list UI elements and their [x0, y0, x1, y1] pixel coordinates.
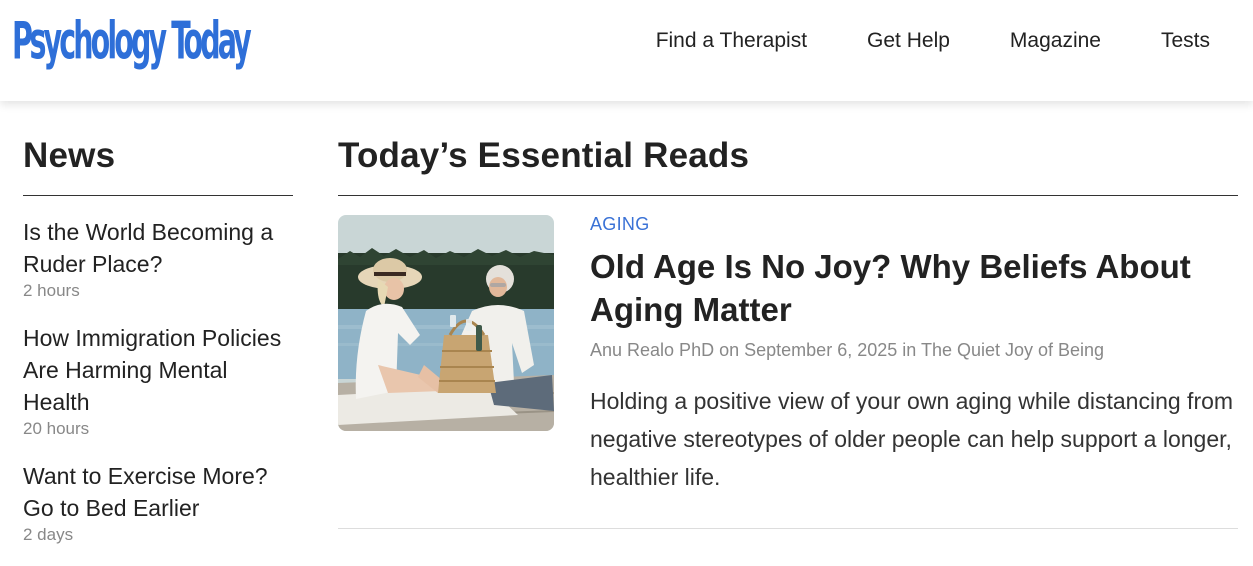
news-item-time: 2 days	[23, 525, 74, 544]
article-byline: Anu Realo PhD on September 6, 2025 in Th…	[590, 338, 1238, 362]
news-item-time: 2 hours	[23, 281, 80, 300]
nav-tests[interactable]: Tests	[1161, 29, 1210, 53]
section-divider	[338, 528, 1238, 529]
essential-reads-heading: Today’s Essential Reads	[338, 136, 750, 175]
news-section: News Is the World Becoming a Ruder Place…	[23, 130, 293, 566]
article-teaser: Holding a positive view of your own agin…	[590, 388, 1234, 490]
nav-get-help[interactable]: Get Help	[867, 29, 950, 53]
date-prefix: on	[719, 340, 740, 360]
news-item: Want to Exercise More? Go to Bed Earlier…	[23, 460, 293, 546]
logo: Psychology Today	[12, 10, 252, 72]
news-item: How Immigration Policies Are Harming Men…	[23, 322, 293, 440]
blog-link[interactable]: The Quiet Joy of Being	[921, 340, 1104, 360]
author-link[interactable]: Anu Realo PhD	[590, 340, 714, 360]
article-category-link[interactable]: AGING	[590, 215, 1238, 233]
nav-find-a-therapist[interactable]: Find a Therapist	[656, 29, 807, 53]
article-body: AGING Old Age Is No Joy? Why Beliefs Abo…	[590, 215, 1238, 496]
news-item-link[interactable]: Want to Exercise More? Go to Bed Earlier	[23, 460, 293, 524]
essential-reads-section: Today’s Essential Reads AGING Old Age Is…	[338, 130, 1238, 529]
blog-prefix: in	[902, 340, 917, 360]
news-item-time: 20 hours	[23, 419, 90, 438]
photo-older-couple-picnic-icon	[338, 215, 554, 431]
news-list: Is the World Becoming a Ruder Place? 2 h…	[23, 216, 293, 546]
article-thumbnail[interactable]	[338, 215, 554, 431]
nav-magazine[interactable]: Magazine	[1010, 29, 1101, 53]
site-header: Psychology Today Find a Therapist Get He…	[0, 0, 1253, 101]
article-title-link[interactable]: Old Age Is No Joy? Why Beliefs About Agi…	[590, 245, 1220, 331]
article-date: September 6, 2025	[744, 340, 898, 360]
essential-reads-divider	[338, 195, 1238, 196]
news-item: Is the World Becoming a Ruder Place? 2 h…	[23, 216, 293, 302]
news-heading: News	[23, 136, 116, 175]
logo-link[interactable]: Psychology Today	[12, 10, 341, 72]
main-nav: Find a Therapist Get Help Magazine Tests	[596, 0, 1253, 82]
featured-article: AGING Old Age Is No Joy? Why Beliefs Abo…	[338, 215, 1238, 528]
news-item-link[interactable]: Is the World Becoming a Ruder Place?	[23, 216, 293, 280]
news-item-link[interactable]: How Immigration Policies Are Harming Men…	[23, 322, 293, 418]
news-divider	[23, 195, 293, 196]
